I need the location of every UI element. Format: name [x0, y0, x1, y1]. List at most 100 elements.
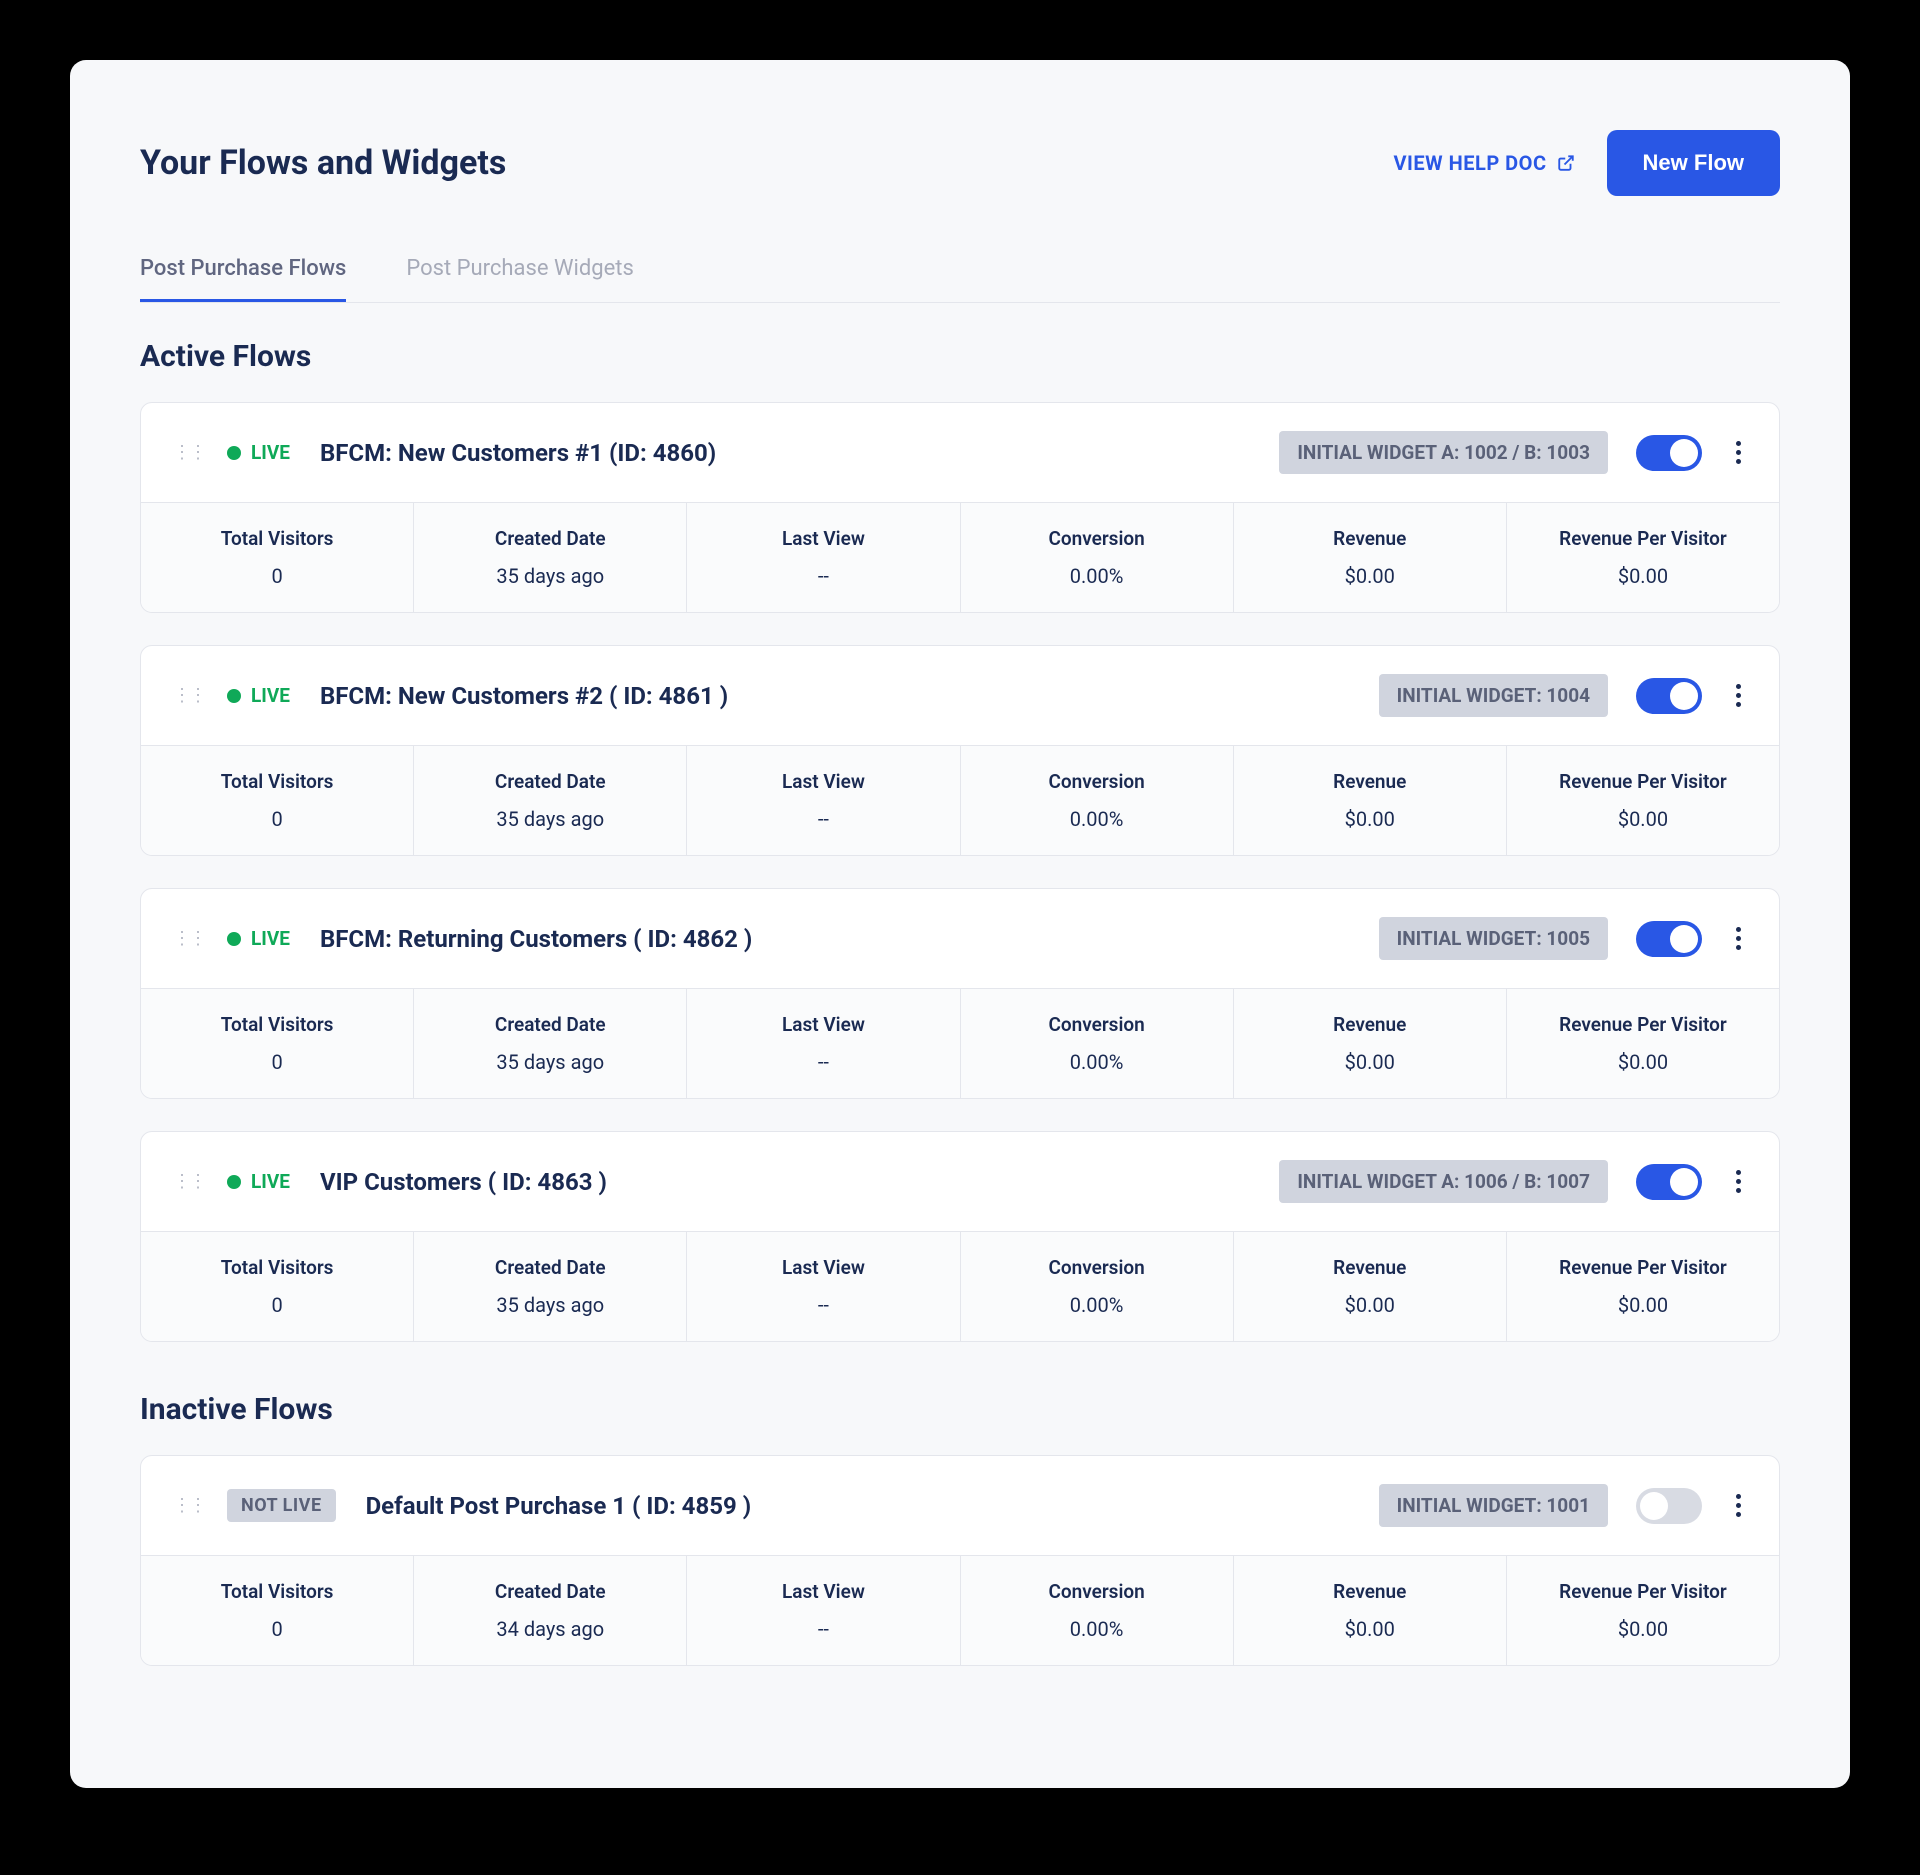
stat-label: Last View [697, 527, 949, 550]
initial-widget-badge: INITIAL WIDGET A: 1006 / B: 1007 [1279, 1160, 1608, 1203]
live-badge: LIVE [227, 927, 290, 950]
stat-label: Revenue Per Visitor [1517, 770, 1769, 793]
live-dot-icon [227, 446, 241, 460]
flow-menu-button[interactable] [1730, 1488, 1747, 1523]
drag-handle-icon[interactable]: ⋮⋮ [173, 1495, 205, 1516]
stat-label: Revenue [1244, 1256, 1496, 1279]
page-header: Your Flows and Widgets VIEW HELP DOC New… [140, 130, 1780, 196]
live-label: LIVE [251, 1170, 290, 1193]
stat-revenue: Revenue $0.00 [1234, 503, 1507, 612]
stat-conversion: Conversion 0.00% [961, 989, 1234, 1098]
flow-card: ⋮⋮ LIVE BFCM: Returning Customers ( ID: … [140, 888, 1780, 1099]
initial-widget-badge: INITIAL WIDGET A: 1002 / B: 1003 [1279, 431, 1608, 474]
stat-visitors: Total Visitors 0 [141, 503, 414, 612]
live-dot-icon [227, 689, 241, 703]
flow-card: ⋮⋮ LIVE VIP Customers ( ID: 4863 ) INITI… [140, 1131, 1780, 1342]
flow-toggle[interactable] [1636, 1488, 1702, 1524]
flow-menu-button[interactable] [1730, 678, 1747, 713]
stat-value: $0.00 [1517, 1293, 1769, 1317]
stat-label: Conversion [971, 1580, 1223, 1603]
stat-created: Created Date 35 days ago [414, 1232, 687, 1341]
tab-post-purchase-flows[interactable]: Post Purchase Flows [140, 256, 346, 302]
flow-head-left: ⋮⋮ LIVE VIP Customers ( ID: 4863 ) [173, 1168, 607, 1196]
stat-value: $0.00 [1244, 807, 1496, 831]
stat-value: -- [697, 1050, 949, 1074]
stat-rpv: Revenue Per Visitor $0.00 [1507, 1232, 1779, 1341]
flow-card: ⋮⋮ LIVE BFCM: New Customers #2 ( ID: 486… [140, 645, 1780, 856]
stat-value: 35 days ago [424, 1050, 676, 1074]
stat-label: Revenue [1244, 770, 1496, 793]
tab-post-purchase-widgets[interactable]: Post Purchase Widgets [406, 256, 633, 302]
stat-value: 0 [151, 807, 403, 831]
stat-value: 35 days ago [424, 564, 676, 588]
stat-label: Total Visitors [151, 1013, 403, 1036]
stat-label: Created Date [424, 527, 676, 550]
flow-head-right: INITIAL WIDGET: 1001 [1379, 1484, 1747, 1527]
toggle-knob-icon [1670, 925, 1698, 953]
stat-rpv: Revenue Per Visitor $0.00 [1507, 503, 1779, 612]
stat-rpv: Revenue Per Visitor $0.00 [1507, 1556, 1779, 1665]
stat-conversion: Conversion 0.00% [961, 746, 1234, 855]
stat-value: 0.00% [971, 807, 1223, 831]
stat-value: 0.00% [971, 1617, 1223, 1641]
flow-toggle[interactable] [1636, 1164, 1702, 1200]
live-badge: LIVE [227, 684, 290, 707]
live-dot-icon [227, 932, 241, 946]
drag-handle-icon[interactable]: ⋮⋮ [173, 1171, 205, 1192]
view-help-doc-link[interactable]: VIEW HELP DOC [1393, 151, 1574, 175]
stat-label: Revenue [1244, 527, 1496, 550]
stat-value: 0.00% [971, 1050, 1223, 1074]
stat-value: $0.00 [1244, 564, 1496, 588]
stat-label: Last View [697, 1013, 949, 1036]
live-label: LIVE [251, 927, 290, 950]
stat-value: 0.00% [971, 1293, 1223, 1317]
stat-value: -- [697, 807, 949, 831]
stat-created: Created Date 35 days ago [414, 989, 687, 1098]
initial-widget-badge: INITIAL WIDGET: 1004 [1379, 674, 1608, 717]
flow-head-right: INITIAL WIDGET: 1005 [1379, 917, 1747, 960]
stat-label: Created Date [424, 1013, 676, 1036]
main-panel: Your Flows and Widgets VIEW HELP DOC New… [70, 60, 1850, 1788]
stat-rpv: Revenue Per Visitor $0.00 [1507, 746, 1779, 855]
stat-label: Revenue [1244, 1580, 1496, 1603]
live-label: LIVE [251, 441, 290, 464]
stat-label: Revenue [1244, 1013, 1496, 1036]
drag-handle-icon[interactable]: ⋮⋮ [173, 685, 205, 706]
not-live-badge: NOT LIVE [227, 1489, 336, 1522]
new-flow-button[interactable]: New Flow [1607, 130, 1780, 196]
stat-label: Revenue Per Visitor [1517, 527, 1769, 550]
flow-menu-button[interactable] [1730, 921, 1747, 956]
flow-toggle[interactable] [1636, 921, 1702, 957]
flow-card-header: ⋮⋮ LIVE BFCM: New Customers #2 ( ID: 486… [141, 646, 1779, 745]
stat-value: $0.00 [1517, 1050, 1769, 1074]
flow-toggle[interactable] [1636, 435, 1702, 471]
flow-name: VIP Customers ( ID: 4863 ) [320, 1168, 607, 1196]
page-title: Your Flows and Widgets [140, 143, 506, 183]
flow-menu-button[interactable] [1730, 435, 1747, 470]
help-link-label: VIEW HELP DOC [1393, 151, 1546, 175]
flow-head-left: ⋮⋮ LIVE BFCM: Returning Customers ( ID: … [173, 925, 752, 953]
stat-value: $0.00 [1244, 1050, 1496, 1074]
flow-menu-button[interactable] [1730, 1164, 1747, 1199]
stat-label: Total Visitors [151, 1580, 403, 1603]
flow-card: ⋮⋮ NOT LIVE Default Post Purchase 1 ( ID… [140, 1455, 1780, 1666]
flow-stats: Total Visitors 0 Created Date 35 days ag… [141, 745, 1779, 855]
stat-value: $0.00 [1244, 1293, 1496, 1317]
stat-value: $0.00 [1517, 564, 1769, 588]
stat-value: -- [697, 564, 949, 588]
stat-created: Created Date 35 days ago [414, 503, 687, 612]
stat-last_view: Last View -- [687, 1556, 960, 1665]
stat-rpv: Revenue Per Visitor $0.00 [1507, 989, 1779, 1098]
flow-stats: Total Visitors 0 Created Date 34 days ag… [141, 1555, 1779, 1665]
inactive-flows-heading: Inactive Flows [140, 1392, 1780, 1427]
stat-value: 0.00% [971, 564, 1223, 588]
flow-name: Default Post Purchase 1 ( ID: 4859 ) [366, 1492, 752, 1520]
drag-handle-icon[interactable]: ⋮⋮ [173, 442, 205, 463]
flow-toggle[interactable] [1636, 678, 1702, 714]
stat-conversion: Conversion 0.00% [961, 503, 1234, 612]
drag-handle-icon[interactable]: ⋮⋮ [173, 928, 205, 949]
stat-visitors: Total Visitors 0 [141, 746, 414, 855]
stat-value: 35 days ago [424, 1293, 676, 1317]
stat-label: Conversion [971, 770, 1223, 793]
stat-label: Revenue Per Visitor [1517, 1256, 1769, 1279]
